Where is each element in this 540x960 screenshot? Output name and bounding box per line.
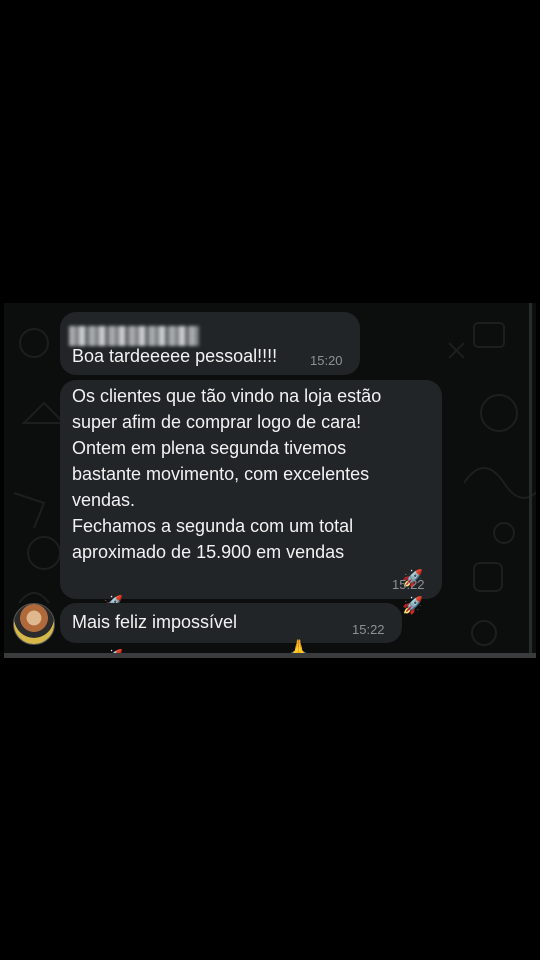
message-text: Mais feliz impossível [72,612,238,632]
message-time: 15:22 [392,577,425,592]
message-line: Fechamos a segunda com um total [72,516,354,536]
rocket-icon: 🚀 [402,596,424,616]
message-text: Boa tardeeeee pessoal!!!! [72,346,278,366]
message-time: 15:20 [310,353,343,368]
message-emojis: 🙏 🥳 🚀 [258,609,309,658]
scrollbar[interactable] [529,303,532,653]
message-line: bastante movimento, com excelentes [72,464,370,484]
chat-panel: Boa tardeeeee pessoal!!!! 15:20 Os clien… [4,303,536,658]
message-bubble-1[interactable]: Boa tardeeeee pessoal!!!! 15:20 [60,312,360,375]
message-line: Ontem em plena segunda tivemos [72,438,347,458]
avatar[interactable] [13,603,55,645]
message-time: 15:22 [352,622,385,637]
message-line: super afim de comprar logo de cara! [72,412,362,432]
message-line: Os clientes que tão vindo na loja estão [72,386,382,406]
bottom-divider [4,653,536,658]
message-line: vendas. [72,490,136,510]
message-bubble-3[interactable]: Mais feliz impossível 🙏 🥳 🚀 15:22 [60,603,402,658]
message-bubble-2[interactable]: Os clientes que tão vindo na loja estão … [60,380,442,658]
message-line: aproximado de 15.900 em vendas [72,542,345,562]
